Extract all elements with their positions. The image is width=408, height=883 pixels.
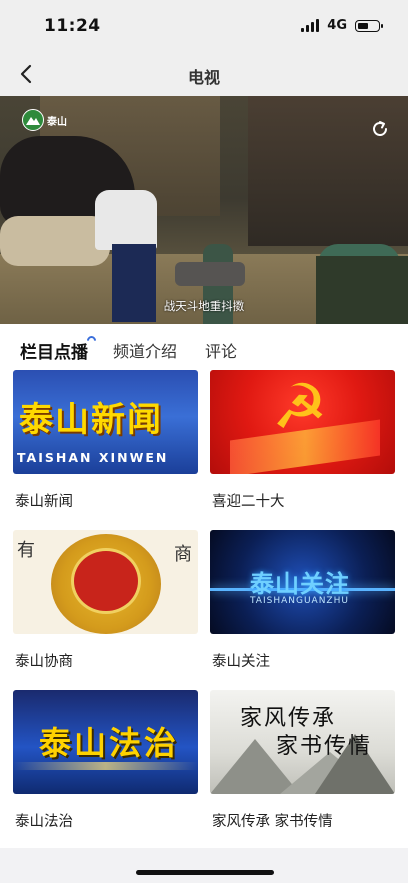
program-card-family-tradition[interactable]: 家风传承 家书传情 家风传承 家书传情 [210,690,395,830]
status-bar: 11:24 4G [0,0,408,52]
video-frame-basin [175,262,245,286]
video-frame-person [95,190,157,250]
program-thumbnail: 有 商 [13,530,198,634]
status-time: 11:24 [44,16,101,36]
program-label: 泰山新闻 [15,494,73,510]
program-thumbnail: 泰山法治 [13,690,198,794]
program-card-taishan-news[interactable]: 泰山新闻 TAISHAN XINWEN 泰山新闻 [13,370,198,510]
thumbnail-title: 泰山法治 [39,724,180,762]
signal-icon [301,19,320,32]
program-thumbnail: ☭ [210,370,395,474]
thumbnail-subtitle: TAISHANGUANZHU [250,596,349,606]
video-frame-sacks [0,216,110,266]
thumbnail-text-left: 有 [17,540,35,561]
hammer-sickle-icon: ☭ [272,370,328,443]
tab-bar: 栏目点播 频道介绍 评论 [0,324,408,370]
thumbnail-title: 泰山关注 [250,570,350,598]
program-label: 喜迎二十大 [212,494,285,510]
channel-logo: 泰山 [22,109,67,131]
thumbnail-title-line2: 家书传情 [276,734,373,759]
content-panel: 栏目点播 频道介绍 评论 泰山新闻 TAISHAN XINWEN 泰山新闻 ☭ … [0,324,408,848]
thumbnail-title: 泰山新闻 [19,400,163,440]
thumbnail-subtitle: TAISHAN XINWEN [17,450,169,465]
nav-bar: 电视 [0,52,408,96]
share-button[interactable] [370,119,390,139]
program-thumbnail: 泰山关注 TAISHANGUANZHU [210,530,395,634]
network-type: 4G [327,18,347,33]
mountain-logo-icon [22,109,44,131]
program-thumbnail: 泰山新闻 TAISHAN XINWEN [13,370,198,474]
program-card-taishan-consultation[interactable]: 有 商 泰山协商 [13,530,198,670]
page-title: 电视 [187,68,220,87]
status-indicators: 4G [301,18,383,33]
home-indicator[interactable] [136,870,274,875]
tab-programs[interactable]: 栏目点播 [20,338,88,363]
tab-comments[interactable]: 评论 [205,338,237,362]
program-card-taishan-law[interactable]: 泰山法治 泰山法治 [13,690,198,830]
program-card-taishan-focus[interactable]: 泰山关注 TAISHANGUANZHU 泰山关注 [210,530,395,670]
thumbnail-text-right: 商 [174,544,192,565]
emblem-center [71,548,141,614]
channel-logo-text: 泰山 [47,116,67,128]
program-card-congress[interactable]: ☭ 喜迎二十大 [210,370,395,510]
program-label: 泰山法治 [15,814,73,830]
tab-channel-intro[interactable]: 频道介绍 [113,338,177,362]
battery-fill [358,22,368,29]
program-label: 泰山关注 [212,654,270,670]
video-subtitle: 战天斗地重抖擞 [163,299,245,313]
program-label: 家风传承 家书传情 [212,814,333,830]
program-label: 泰山协商 [15,654,73,670]
battery-icon [355,19,383,32]
program-thumbnail: 家风传承 家书传情 [210,690,395,794]
share-icon [373,121,387,136]
